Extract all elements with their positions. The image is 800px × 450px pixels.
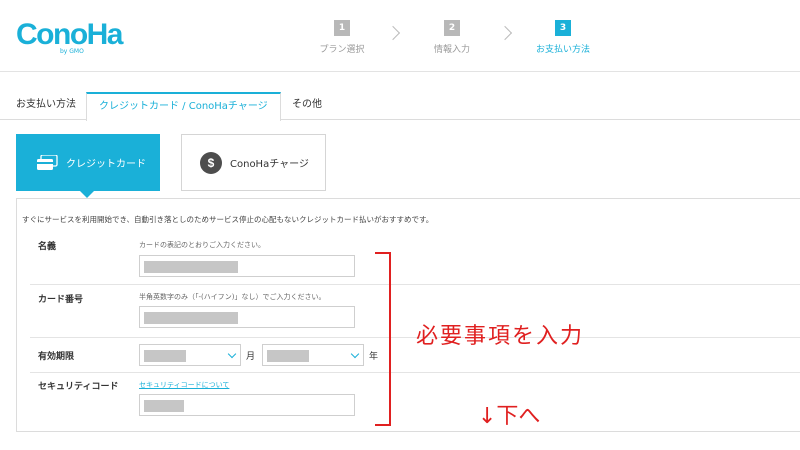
chevron-right-icon [385, 25, 401, 41]
chevron-down-icon [350, 349, 360, 359]
redacted-value [144, 312, 238, 324]
annotation-scroll-down: ↓下へ [478, 404, 541, 429]
payment-tabs: お支払い方法 クレジットカード / ConoHaチャージ その他 [0, 92, 800, 121]
credit-card-label: クレジットカード [66, 159, 146, 170]
chevron-down-icon [227, 349, 237, 359]
annotation-required-fields: 必要事項を入力 [416, 324, 585, 349]
step-label: お支払い方法 [535, 45, 590, 55]
step-payment: 3 お支払い方法 [523, 20, 603, 55]
step-info: 2 情報入力 [412, 20, 492, 55]
credit-card-icon [36, 153, 58, 171]
conoha-charge-method-button[interactable]: $ ConoHaチャージ [181, 134, 326, 191]
step-plan: 1 プラン選択 [302, 20, 382, 55]
selected-caret [80, 191, 94, 198]
step-number: 1 [334, 20, 350, 36]
tab-credit-conoha[interactable]: クレジットカード / ConoHaチャージ [86, 92, 281, 121]
redacted-value [144, 400, 184, 412]
step-number: 2 [444, 20, 460, 36]
divider [30, 372, 800, 373]
logo-text: ConoHa [16, 18, 124, 51]
credit-card-method-button[interactable]: クレジットカード [16, 134, 160, 198]
card-number-label: カード番号 [38, 295, 84, 305]
divider [30, 337, 800, 338]
credit-card-intro: すぐにサービスを利用開始でき、自動引き落としのためサービス停止の心配もないクレジ… [22, 215, 434, 224]
tab-other[interactable]: その他 [280, 92, 334, 120]
annotation-bracket [375, 252, 391, 426]
redacted-value [144, 261, 238, 273]
card-number-input[interactable] [139, 306, 355, 328]
expiry-year-select[interactable] [262, 344, 364, 366]
tab-payment-method[interactable]: お支払い方法 [4, 92, 88, 120]
name-hint: カードの表記のとおりご入力ください。 [139, 241, 265, 249]
cardholder-name-input[interactable] [139, 255, 355, 277]
step-label: プラン選択 [319, 45, 365, 55]
expiry-label: 有効期限 [38, 352, 75, 362]
credit-card-form-panel [16, 198, 800, 432]
security-code-label: セキュリティコード [38, 382, 119, 392]
chevron-right-icon [497, 25, 513, 41]
logo-sub: by GMO [60, 48, 84, 55]
security-code-input[interactable] [139, 394, 355, 416]
month-unit: 月 [246, 352, 256, 362]
card-number-hint: 半角英数字のみ（「-(ハイフン)」なし）でご入力ください。 [139, 293, 326, 301]
step-label: 情報入力 [433, 45, 470, 55]
redacted-value [144, 350, 186, 362]
redacted-value [267, 350, 309, 362]
dollar-coin-icon: $ [200, 151, 222, 174]
security-code-help-link[interactable]: セキュリティコードについて [139, 380, 229, 390]
conoha-logo[interactable]: ConoHa by GMO [16, 18, 124, 56]
header: ConoHa by GMO 1 プラン選択 2 情報入力 3 お支払い方法 [0, 0, 800, 72]
name-label: 名義 [38, 242, 57, 252]
conoha-charge-label: ConoHaチャージ [230, 159, 309, 170]
step-number: 3 [555, 20, 571, 36]
expiry-month-select[interactable] [139, 344, 241, 366]
divider [30, 284, 800, 285]
